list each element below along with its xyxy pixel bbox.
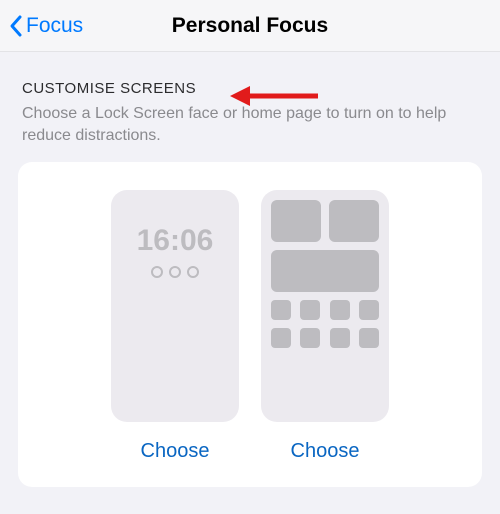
lock-screen-column: 16:06 Choose <box>111 190 239 463</box>
lock-screen-preview[interactable]: 16:06 <box>111 190 239 422</box>
back-label: Focus <box>26 14 83 38</box>
lock-dots-icon <box>121 266 229 278</box>
home-screen-preview[interactable] <box>261 190 389 422</box>
choose-home-button[interactable]: Choose <box>291 440 360 463</box>
home-grid-icon <box>271 200 379 412</box>
section-description: Choose a Lock Screen face or home page t… <box>22 103 478 146</box>
chevron-left-icon <box>8 14 24 38</box>
screens-card: 16:06 Choose <box>18 162 482 487</box>
navbar: Focus Personal Focus <box>0 0 500 52</box>
lock-time: 16:06 <box>121 224 229 258</box>
choose-lock-button[interactable]: Choose <box>141 440 210 463</box>
section-customise-screens: CUSTOMISE SCREENS Choose a Lock Screen f… <box>0 52 500 146</box>
screen-tiles: 16:06 Choose <box>38 190 462 463</box>
home-screen-column: Choose <box>261 190 389 463</box>
section-header: CUSTOMISE SCREENS <box>22 80 478 97</box>
back-button[interactable]: Focus <box>0 14 83 38</box>
